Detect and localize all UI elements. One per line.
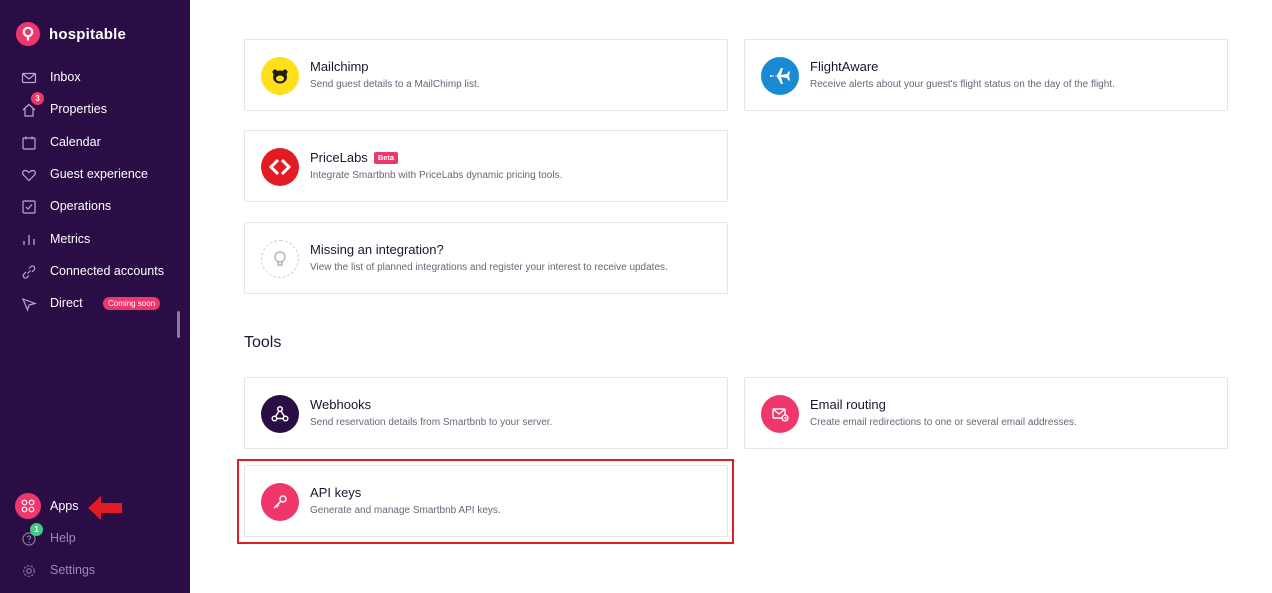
card-title: Missing an integration?: [310, 242, 444, 257]
card-title: Email routing: [810, 397, 886, 412]
sidebar-item-label: Guest experience: [50, 167, 148, 181]
integration-card-missing[interactable]: Missing an integration? View the list of…: [244, 222, 728, 294]
integration-card-pricelabs[interactable]: PriceLabs Beta Integrate Smartbnb with P…: [244, 130, 728, 202]
webhook-icon: [261, 395, 299, 433]
sidebar-item-help[interactable]: 1 Help: [0, 523, 190, 552]
tool-card-email-routing[interactable]: Email routing Create email redirections …: [744, 377, 1228, 449]
sidebar-item-label: Calendar: [50, 135, 101, 149]
card-description: Integrate Smartbnb with PriceLabs dynami…: [310, 170, 563, 181]
tools-heading: Tools: [244, 334, 282, 351]
card-title: PriceLabs Beta: [310, 150, 399, 165]
bar-chart-icon: [23, 235, 35, 245]
card-description: View the list of planned integrations an…: [310, 262, 668, 273]
app-root: hospitable Inbox 3 Properties Calendar G…: [0, 0, 1272, 593]
card-title: Webhooks: [310, 397, 372, 412]
sidebar-item-label: Metrics: [50, 232, 91, 246]
sidebar-scrollbar[interactable]: [177, 311, 180, 338]
red-arrow-annotation-icon: [88, 496, 122, 520]
sidebar-item-label: Inbox: [50, 70, 81, 84]
sidebar-item-settings[interactable]: Settings: [0, 556, 190, 584]
pricelabs-icon: [261, 148, 299, 186]
card-title: API keys: [310, 485, 362, 500]
mailchimp-icon: [261, 57, 299, 95]
sidebar-item-label: Direct: [50, 296, 83, 310]
card-description: Send reservation details from Smartbnb t…: [310, 417, 553, 428]
sidebar-item-direct[interactable]: Direct Coming soon: [0, 289, 190, 317]
lightbulb-icon: [261, 240, 299, 278]
mail-icon: [21, 72, 37, 84]
sidebar-item-guest-experience[interactable]: Guest experience: [0, 160, 190, 188]
brand[interactable]: hospitable: [16, 22, 126, 46]
link-icon: [22, 265, 36, 279]
properties-count-badge: 3: [31, 92, 44, 105]
sidebar-item-operations[interactable]: Operations: [0, 192, 190, 220]
hospitable-logo-icon: [16, 22, 40, 46]
tool-card-api-keys[interactable]: API keys Generate and manage Smartbnb AP…: [244, 465, 728, 537]
sidebar-item-inbox[interactable]: Inbox: [0, 63, 190, 91]
gear-icon: [23, 565, 35, 577]
sidebar-item-label: Apps: [50, 499, 79, 513]
sidebar-item-label: Properties: [50, 102, 107, 116]
calendar-icon: [22, 136, 36, 150]
send-icon: [21, 297, 37, 312]
help-count-badge: 1: [30, 523, 43, 536]
integration-card-flightaware[interactable]: FlightAware Receive alerts about your gu…: [744, 39, 1228, 111]
sidebar-item-properties[interactable]: 3 Properties: [0, 92, 190, 123]
card-description: Create email redirections to one or seve…: [810, 417, 1077, 428]
apps-grid-icon[interactable]: [15, 493, 41, 519]
sidebar-item-label: Connected accounts: [50, 264, 164, 278]
sidebar-item-label: Operations: [50, 199, 112, 213]
brand-name: hospitable: [49, 25, 127, 43]
sidebar: hospitable Inbox 3 Properties Calendar G…: [0, 0, 190, 593]
email-route-icon: [761, 395, 799, 433]
card-title-text: PriceLabs: [310, 150, 368, 165]
key-icon: [261, 483, 299, 521]
card-description: Receive alerts about your guest's flight…: [810, 79, 1115, 90]
sidebar-item-label: Help: [50, 531, 76, 545]
plane-icon: [761, 57, 799, 95]
card-description: Send guest details to a MailChimp list.: [310, 79, 480, 90]
sidebar-item-label: Settings: [50, 563, 96, 577]
card-title: FlightAware: [810, 59, 879, 74]
tool-card-webhooks[interactable]: Webhooks Send reservation details from S…: [244, 377, 728, 449]
coming-soon-badge: Coming soon: [103, 296, 161, 310]
card-description: Generate and manage Smartbnb API keys.: [310, 505, 501, 516]
sidebar-item-connected-accounts[interactable]: Connected accounts: [0, 257, 190, 285]
checkbox-icon: [22, 200, 36, 214]
sidebar-item-calendar[interactable]: Calendar: [0, 128, 190, 156]
integration-card-mailchimp[interactable]: Mailchimp Send guest details to a MailCh…: [244, 39, 728, 111]
card-title: Mailchimp: [310, 59, 369, 74]
main-content: Mailchimp Send guest details to a MailCh…: [190, 0, 1272, 593]
beta-badge: Beta: [373, 151, 399, 164]
sidebar-item-metrics[interactable]: Metrics: [0, 225, 190, 253]
heart-icon: [22, 169, 36, 182]
